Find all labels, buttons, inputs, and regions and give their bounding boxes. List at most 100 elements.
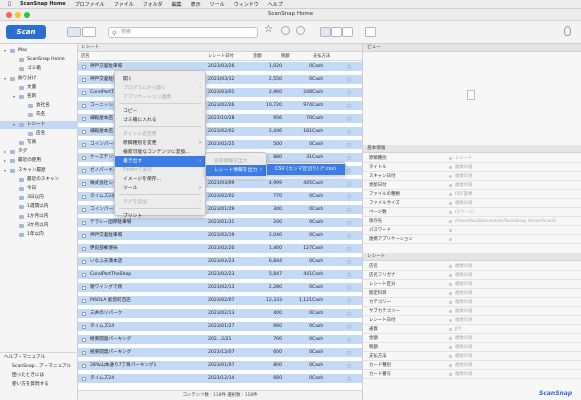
row-checkbox[interactable] [82, 169, 86, 173]
property-value[interactable]: (1ページ) [455, 208, 474, 217]
menu-item[interactable]: ツール › [115, 183, 205, 194]
property-value[interactable]: 複数の値 [455, 334, 473, 343]
table-row[interactable]: PISOLA 能登町百店 2023/02/07 12,333 1,121 Cash ☆ [78, 296, 362, 306]
star-icon[interactable]: ☆ [346, 296, 352, 306]
sidebar-item[interactable]: 文書 [0, 84, 78, 92]
info-icon[interactable] [296, 26, 305, 35]
star-icon[interactable]: ☆ [346, 348, 352, 358]
cloud-view-button[interactable] [82, 27, 96, 37]
star-icon[interactable]: ☆ [346, 88, 352, 98]
property-value[interactable]: 複数の値 [455, 361, 473, 370]
property-row[interactable]: パスワード - [363, 226, 581, 235]
menu-edit[interactable]: 編集 [172, 1, 182, 8]
sidebar-item[interactable]: 3日以内 [0, 194, 78, 202]
chevron-down-icon[interactable]: ▾ [4, 47, 6, 55]
property-row[interactable]: 金額 複数の値 [363, 334, 581, 343]
star-icon[interactable]: ☆ [346, 309, 352, 319]
property-value[interactable]: 複数の値 [455, 181, 473, 190]
table-row[interactable]: タイムズ24 2023/01/27 660 0 Cash ☆ [78, 322, 362, 332]
property-row[interactable]: ファイルの種類 PDF書類 [363, 190, 581, 199]
menu-item[interactable]: CSV (カンマ区切り) (*.csv) [267, 164, 345, 175]
menu-profile[interactable]: プロファイル [75, 1, 105, 8]
menu-help[interactable]: ヘルプ [268, 1, 283, 8]
star-icon[interactable]: ☆ [346, 127, 352, 137]
table-row[interactable]: いなふ天満本店 2023/02/23 6,844 0 Cash ☆ [78, 257, 362, 267]
chevron-down-icon[interactable]: ▾ [13, 93, 15, 101]
pane-toggle-button[interactable] [365, 27, 376, 37]
sidebar-item[interactable]: ▸ タグ [0, 148, 78, 156]
row-checkbox[interactable] [82, 182, 86, 186]
sidebar-item[interactable]: ScanSnap Home [0, 56, 78, 64]
column-payment[interactable]: 支払方法 [313, 52, 330, 61]
sidebar-help-software-manual[interactable]: ScanSnap...ア・マニュアル [0, 363, 78, 371]
sidebar-item[interactable]: ▸ 最近の使用 [0, 157, 78, 165]
property-value[interactable]: /Users/fsu/Documents/ScanSnap Home/ScanS [455, 217, 556, 226]
property-value[interactable]: 複数の値 [455, 199, 473, 208]
sidebar-item[interactable]: 1年以内 [0, 231, 78, 239]
sidebar-help-troubleshooting[interactable]: 困ったときには [0, 372, 78, 380]
list-view-button[interactable] [320, 27, 331, 37]
star-icon[interactable]: ☆ [346, 101, 352, 111]
star-icon[interactable]: ☆ [346, 140, 352, 150]
property-row[interactable]: 勘定科目 複数の値 [363, 289, 581, 298]
star-icon[interactable]: ☆ [346, 218, 352, 228]
star-icon[interactable]: ☆ [346, 374, 352, 384]
row-checkbox[interactable] [82, 247, 86, 251]
sidebar-item[interactable]: 写真 [0, 139, 78, 147]
scanner-view-button[interactable] [67, 27, 81, 37]
star-icon[interactable]: ☆ [346, 361, 352, 371]
row-checkbox[interactable] [82, 143, 86, 147]
column-tax[interactable]: 税額 [281, 52, 290, 61]
menu-item[interactable]: ゴミ箱に入れる [115, 115, 205, 126]
menu-app[interactable]: ScanSnap Home [20, 1, 66, 7]
table-row[interactable]: 親ワイングで焼 2023/02/13 2,280 0 Cash ☆ [78, 283, 362, 293]
property-row[interactable]: 店名フリガナ 複数の値 [363, 271, 581, 280]
chevron-down-icon[interactable]: ▾ [13, 121, 15, 129]
sidebar-item[interactable]: 氏名 [0, 111, 78, 119]
notification-bell-icon[interactable] [564, 26, 571, 36]
property-value[interactable]: 複数の値 [455, 298, 473, 307]
menu-item[interactable]: プリント [115, 211, 205, 222]
property-value[interactable]: 複数の値 [455, 352, 473, 361]
sidebar-item[interactable]: 今日 [0, 185, 78, 193]
sidebar-item[interactable]: ▾ スキャン履歴 [0, 167, 78, 175]
sidebar-item[interactable]: 3か月以内 [0, 222, 78, 230]
property-value[interactable]: 複数の値 [455, 262, 473, 271]
row-checkbox[interactable] [82, 286, 86, 290]
row-checkbox[interactable] [82, 195, 86, 199]
column-amount[interactable]: 金額 [253, 52, 262, 61]
clock-icon[interactable] [281, 26, 290, 35]
row-checkbox[interactable] [82, 130, 86, 134]
star-icon[interactable]: ☆ [346, 205, 352, 215]
star-icon[interactable]: ☆ [346, 244, 352, 254]
property-value[interactable]: PDF書類 [455, 190, 472, 199]
star-icon[interactable]: ☆ [346, 231, 352, 241]
star-icon[interactable]: ☆ [346, 114, 352, 124]
row-checkbox[interactable] [82, 364, 86, 368]
row-checkbox[interactable] [82, 312, 86, 316]
menu-window[interactable]: ウィンドウ [234, 1, 259, 8]
property-row[interactable]: 支払方法 複数の値 [363, 352, 581, 361]
property-row[interactable]: タイトル 複数の値 [363, 163, 581, 172]
row-checkbox[interactable] [82, 234, 86, 238]
row-checkbox[interactable] [82, 208, 86, 212]
property-row[interactable]: 税額 複数の値 [363, 343, 581, 352]
sidebar-help-ask[interactable]: 使い方を質問する [0, 381, 78, 389]
detail-view-button[interactable] [331, 27, 342, 37]
property-value[interactable]: 複数の値 [455, 172, 473, 181]
row-checkbox[interactable] [82, 65, 86, 69]
property-row[interactable]: カード番号 複数の値 [363, 370, 581, 379]
column-date[interactable]: レシート日付 [208, 52, 234, 61]
table-row[interactable]: CoralPortTheShop 2023/02/23 5,847 441 Cash ☆ [78, 270, 362, 280]
property-value[interactable]: - [455, 226, 457, 235]
property-value[interactable]: レシート [455, 154, 473, 163]
star-icon[interactable]: ☆ [346, 270, 352, 280]
row-checkbox[interactable] [82, 325, 86, 329]
star-icon[interactable]: ☆ [346, 166, 352, 176]
sidebar-item[interactable]: ▾ 振り分け [0, 75, 78, 83]
row-checkbox[interactable] [82, 351, 86, 355]
star-icon[interactable]: ☆ [346, 75, 352, 85]
property-value[interactable]: 複数の値 [455, 307, 473, 316]
property-row[interactable]: ファイルサイズ 複数の値 [363, 199, 581, 208]
star-filter-icon[interactable]: ☆ [264, 24, 273, 35]
